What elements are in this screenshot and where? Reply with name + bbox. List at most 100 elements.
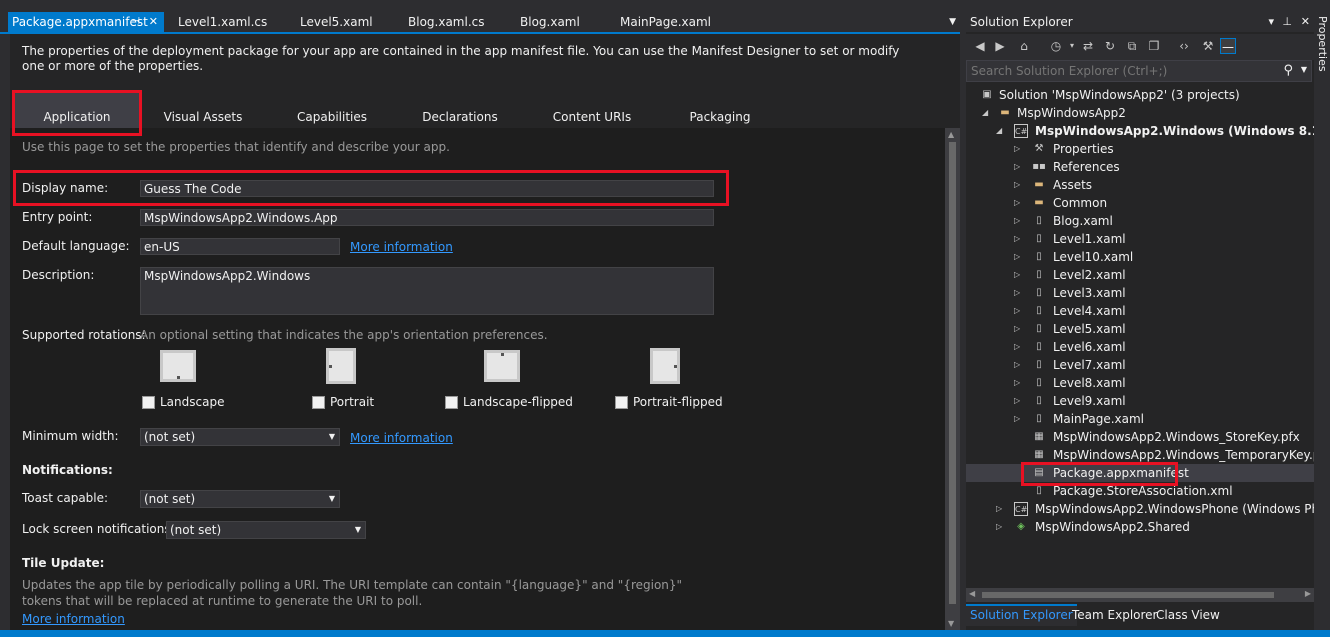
tree-item-level4-xaml[interactable]: ▷ ▯ Level4.xaml [966, 302, 1314, 320]
collapsed-arrow-icon[interactable]: ▷ [1014, 320, 1020, 338]
tab-content-uris[interactable]: Content URIs [542, 92, 642, 128]
collapsed-arrow-icon[interactable]: ▷ [1014, 392, 1020, 410]
tree-item-level1-xaml[interactable]: ▷ ▯ Level1.xaml [966, 230, 1314, 248]
tree-item-level7-xaml[interactable]: ▷ ▯ Level7.xaml [966, 356, 1314, 374]
collapsed-arrow-icon[interactable]: ▷ [1014, 194, 1020, 212]
landscape-flipped-checkbox[interactable] [445, 396, 458, 409]
portrait-checkbox[interactable] [312, 396, 325, 409]
show-all-files-icon[interactable]: ❐ [1146, 38, 1162, 54]
tab-solution-explorer[interactable]: Solution Explorer [966, 604, 1077, 626]
dropdown-arrow-icon[interactable]: ▾ [1268, 12, 1274, 32]
doc-tab-mainpage-xaml[interactable]: MainPage.xaml [620, 12, 711, 32]
description-field[interactable]: MspWindowsApp2.Windows [140, 267, 714, 315]
pin-icon[interactable]: ⊥ [1282, 12, 1292, 32]
tree-item-shared-project[interactable]: ▷ ◈ MspWindowsApp2.Shared [966, 518, 1314, 536]
solution-explorer-search[interactable]: ⚲ ▼ [966, 60, 1312, 82]
solution-explorer-horizontal-scrollbar[interactable]: ◀ ▶ [966, 588, 1314, 602]
search-icon[interactable]: ⚲ [1283, 63, 1293, 78]
tree-item-solution[interactable]: ▣ Solution 'MspWindowsApp2' (3 projects) [966, 86, 1314, 104]
collapsed-arrow-icon[interactable]: ▷ [1014, 302, 1020, 320]
collapsed-arrow-icon[interactable]: ▷ [996, 518, 1002, 536]
doc-tab-package-appxmanifest[interactable]: Package.appxmanifest ⊣ ✕ [8, 12, 164, 32]
tree-item-temporarykey-pfx[interactable]: ▦ MspWindowsApp2.Windows_TemporaryKey.pf… [966, 446, 1314, 464]
preview-selected-icon[interactable]: — [1220, 38, 1236, 54]
history-icon[interactable]: ◷ [1048, 38, 1064, 54]
tab-visual-assets[interactable]: Visual Assets [150, 92, 256, 128]
tree-item-windows-project[interactable]: ◢ C# MspWindowsApp2.Windows (Windows 8.1… [966, 122, 1314, 140]
collapsed-arrow-icon[interactable]: ▷ [1014, 212, 1020, 230]
minimum-width-select[interactable]: (not set) ▼ [140, 428, 340, 446]
collapsed-arrow-icon[interactable]: ▷ [1014, 176, 1020, 194]
doc-tab-blog-xaml[interactable]: Blog.xaml [520, 12, 580, 32]
sync-icon[interactable]: ⇄ [1080, 38, 1096, 54]
chevron-down-icon[interactable]: ▼ [1301, 65, 1307, 74]
tree-item-level2-xaml[interactable]: ▷ ▯ Level2.xaml [966, 266, 1314, 284]
landscape-checkbox[interactable] [142, 396, 155, 409]
doc-tab-level5-xaml[interactable]: Level5.xaml [300, 12, 373, 32]
tree-item-references[interactable]: ▷ ▪▪ References [966, 158, 1314, 176]
default-language-more-info-link[interactable]: More information [350, 240, 453, 254]
collapsed-arrow-icon[interactable]: ▷ [1014, 338, 1020, 356]
entry-point-field[interactable] [140, 209, 714, 226]
tree-item-properties[interactable]: ▷ ⚒ Properties [966, 140, 1314, 158]
collapsed-arrow-icon[interactable]: ▷ [1014, 140, 1020, 158]
tree-item-level9-xaml[interactable]: ▷ ▯ Level9.xaml [966, 392, 1314, 410]
tree-item-mspwindowsapp2[interactable]: ◢ ▬ MspWindowsApp2 [966, 104, 1314, 122]
tab-team-explorer[interactable]: Team Explorer [1068, 604, 1162, 626]
default-language-field[interactable] [140, 238, 340, 255]
tab-declarations[interactable]: Declarations [410, 92, 510, 128]
scroll-right-arrow-icon[interactable]: ▶ [1305, 589, 1311, 598]
editor-vertical-scrollbar[interactable]: ▲ ▼ [945, 128, 960, 630]
tab-overflow-chevron-down-icon[interactable]: ▼ [949, 12, 956, 32]
tree-item-common[interactable]: ▷ ▬ Common [966, 194, 1314, 212]
expanded-arrow-icon[interactable]: ◢ [982, 104, 988, 122]
tree-item-blog-xaml[interactable]: ▷ ▯ Blog.xaml [966, 212, 1314, 230]
tree-item-level6-xaml[interactable]: ▷ ▯ Level6.xaml [966, 338, 1314, 356]
tree-item-mainpage-xaml[interactable]: ▷ ▯ MainPage.xaml [966, 410, 1314, 428]
tree-item-level8-xaml[interactable]: ▷ ▯ Level8.xaml [966, 374, 1314, 392]
lock-screen-select[interactable]: (not set) ▼ [166, 521, 366, 539]
scroll-down-arrow-icon[interactable]: ▼ [948, 619, 954, 628]
doc-tab-level1-xaml-cs[interactable]: Level1.xaml.cs [178, 12, 267, 32]
collapsed-arrow-icon[interactable]: ▷ [1014, 356, 1020, 374]
display-name-field[interactable] [140, 180, 714, 197]
collapsed-arrow-icon[interactable]: ▷ [1014, 284, 1020, 302]
minimum-width-more-info-link[interactable]: More information [350, 431, 453, 445]
collapse-all-icon[interactable]: ⧉ [1124, 38, 1140, 54]
view-code-icon[interactable]: ‹› [1176, 38, 1192, 54]
chevron-down-icon[interactable]: ▾ [1064, 38, 1080, 54]
collapsed-arrow-icon[interactable]: ▷ [1014, 230, 1020, 248]
tree-item-level5-xaml[interactable]: ▷ ▯ Level5.xaml [966, 320, 1314, 338]
forward-icon[interactable]: ▶ [992, 38, 1008, 54]
tree-item-storekey-pfx[interactable]: ▦ MspWindowsApp2.Windows_StoreKey.pfx [966, 428, 1314, 446]
tab-class-view[interactable]: Class View [1152, 604, 1224, 626]
expanded-arrow-icon[interactable]: ◢ [996, 122, 1002, 140]
tile-update-more-info-link[interactable]: More information [22, 612, 125, 626]
doc-tab-blog-xaml-cs[interactable]: Blog.xaml.cs [408, 12, 484, 32]
collapsed-arrow-icon[interactable]: ▷ [1014, 410, 1020, 428]
close-icon[interactable]: ✕ [149, 12, 158, 32]
close-icon[interactable]: ✕ [1301, 12, 1310, 32]
search-input[interactable] [971, 63, 1271, 79]
home-icon[interactable]: ⌂ [1016, 38, 1032, 54]
tree-item-storeassociation-xml[interactable]: ▯ Package.StoreAssociation.xml [966, 482, 1314, 500]
scrollbar-thumb[interactable] [949, 142, 956, 604]
collapsed-arrow-icon[interactable]: ▷ [996, 500, 1002, 518]
wrench-icon[interactable]: ⚒ [1200, 38, 1216, 54]
tree-item-windowsphone-project[interactable]: ▷ C# MspWindowsApp2.WindowsPhone (Window… [966, 500, 1314, 518]
back-icon[interactable]: ◀ [972, 38, 988, 54]
scrollbar-thumb[interactable] [982, 592, 1274, 598]
scroll-up-arrow-icon[interactable]: ▲ [948, 130, 954, 139]
refresh-icon[interactable]: ↻ [1102, 38, 1118, 54]
collapsed-arrow-icon[interactable]: ▷ [1014, 248, 1020, 266]
scroll-left-arrow-icon[interactable]: ◀ [969, 589, 975, 598]
portrait-flipped-checkbox[interactable] [615, 396, 628, 409]
toast-capable-select[interactable]: (not set) ▼ [140, 490, 340, 508]
tab-packaging[interactable]: Packaging [670, 92, 770, 128]
collapsed-arrow-icon[interactable]: ▷ [1014, 266, 1020, 284]
tab-capabilities[interactable]: Capabilities [282, 92, 382, 128]
properties-side-tab[interactable]: Properties [1314, 12, 1330, 630]
tree-item-level3-xaml[interactable]: ▷ ▯ Level3.xaml [966, 284, 1314, 302]
tree-item-level10-xaml[interactable]: ▷ ▯ Level10.xaml [966, 248, 1314, 266]
pin-icon[interactable]: ⊣ [131, 12, 140, 32]
